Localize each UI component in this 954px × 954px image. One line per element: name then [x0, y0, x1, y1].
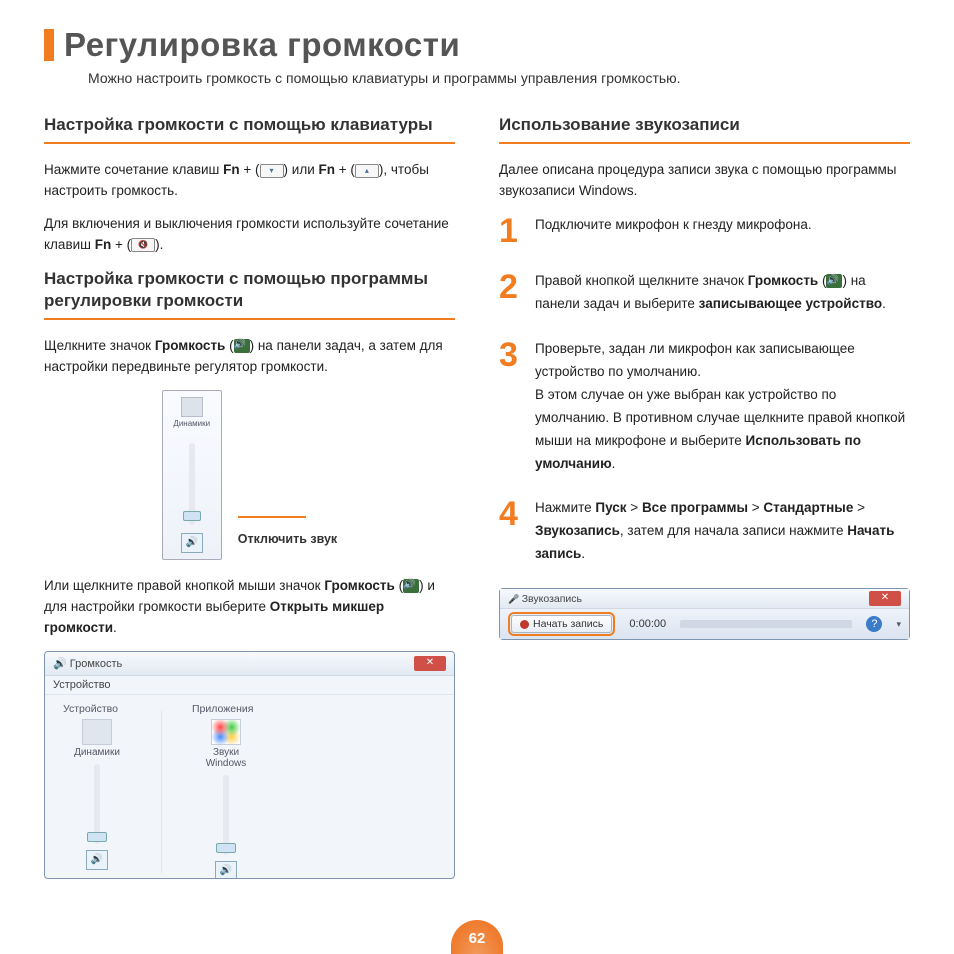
volume-tray-icon [403, 579, 419, 593]
mixer-device-slot: Динамики 🔊 [63, 719, 131, 870]
mixer-body: Устройство Динамики 🔊 Приложения Звуки W… [45, 695, 454, 879]
step-text: Нажмите Пуск > Все программы > Стандартн… [535, 497, 910, 566]
page-subtitle: Можно настроить громкость с помощью клав… [88, 70, 910, 86]
step-text: Проверьте, задан ли микрофон как записыв… [535, 338, 910, 476]
keyboard-paragraph-2: Для включения и выключения громкости исп… [44, 214, 455, 256]
record-level-bar [680, 620, 852, 628]
left-column: Настройка громкости с помощью клавиатуры… [44, 114, 455, 879]
section-program-title: Настройка громкости с помощью программы … [44, 268, 455, 312]
recording-intro: Далее описана процедура записи звука с п… [499, 160, 910, 202]
mixer-menu: Устройство [45, 676, 454, 695]
step-4: 4 Нажмите Пуск > Все программы > Стандар… [499, 497, 910, 566]
volume-tray-icon [826, 274, 842, 288]
callout-line [238, 516, 306, 518]
record-button-highlight: Начать запись [508, 612, 615, 636]
volume-slider-popup: Динамики 🔊 [162, 390, 222, 560]
speaker-icon [82, 719, 112, 745]
program-paragraph-2: Или щелкните правой кнопкой мыши значок … [44, 576, 455, 639]
mute-button-icon: 🔊 [215, 861, 237, 879]
page-number-badge: 62 [451, 920, 503, 954]
slider-handle [183, 511, 201, 521]
slider-handle [87, 832, 107, 842]
volume-up-key-icon: ▴ [355, 164, 379, 178]
mute-button-icon: 🔊 [86, 850, 108, 870]
section-divider [44, 318, 455, 320]
windows-logo-icon [211, 719, 241, 745]
section-divider [499, 142, 910, 144]
recorder-body: Начать запись 0:00:00 ? ▾ [500, 609, 909, 639]
record-time: 0:00:00 [629, 618, 666, 630]
step-3: 3 Проверьте, задан ли микрофон как запис… [499, 338, 910, 476]
mixer-app-slot: Звуки Windows 🔊 [192, 719, 260, 879]
page-title-row: Регулировка громкости [44, 26, 910, 64]
mixer-titlebar: 🔊 Громкость ✕ [45, 652, 454, 676]
step-text: Подключите микрофон к гнезду микрофона. [535, 214, 910, 248]
close-icon: ✕ [414, 656, 446, 671]
page-title: Регулировка громкости [64, 26, 460, 64]
program-paragraph-1: Щелкните значок Громкость () на панели з… [44, 336, 455, 378]
step-text: Правой кнопкой щелкните значок Громкость… [535, 270, 910, 316]
sound-recorder-window: 🎤 Звукозапись ✕ Начать запись 0:00:00 ? … [499, 588, 910, 640]
step-number: 2 [499, 270, 523, 316]
step-number: 4 [499, 497, 523, 566]
divider [161, 711, 162, 873]
dropdown-arrow-icon: ▾ [896, 619, 901, 630]
mute-button-icon: 🔊 [181, 533, 203, 553]
mute-key-icon: 🔇 [131, 238, 155, 252]
volume-mixer-window: 🔊 Громкость ✕ Устройство Устройство Дина… [44, 651, 455, 879]
close-icon: ✕ [869, 591, 901, 606]
device-icon [181, 397, 203, 417]
mixer-device-section: Устройство Динамики 🔊 [63, 703, 131, 879]
title-accent-bar [44, 29, 54, 61]
slider-track [223, 775, 229, 855]
start-record-button: Начать запись [511, 615, 612, 633]
content-columns: Настройка громкости с помощью клавиатуры… [44, 114, 910, 879]
section-recording-title: Использование звукозаписи [499, 114, 910, 136]
mute-callout-label: Отключить звук [238, 532, 337, 546]
section-keyboard-title: Настройка громкости с помощью клавиатуры [44, 114, 455, 136]
mixer-apps-section: Приложения Звуки Windows 🔊 [192, 703, 260, 879]
volume-slider-figure: Динамики 🔊 Отключить звук [44, 390, 455, 560]
step-number: 1 [499, 214, 523, 248]
callout: Отключить звук [238, 516, 337, 560]
device-label: Динамики [163, 419, 221, 428]
volume-tray-icon [234, 339, 250, 353]
right-column: Использование звукозаписи Далее описана … [499, 114, 910, 879]
volume-down-key-icon: ▾ [260, 164, 284, 178]
record-dot-icon [520, 620, 529, 629]
recorder-titlebar: 🎤 Звукозапись ✕ [500, 589, 909, 609]
help-icon: ? [866, 616, 882, 632]
step-number: 3 [499, 338, 523, 476]
step-1: 1 Подключите микрофон к гнезду микрофона… [499, 214, 910, 248]
slider-track [94, 764, 100, 844]
step-2: 2 Правой кнопкой щелкните значок Громкос… [499, 270, 910, 316]
section-divider [44, 142, 455, 144]
slider-handle [216, 843, 236, 853]
keyboard-paragraph-1: Нажмите сочетание клавиш Fn + (▾) или Fn… [44, 160, 455, 202]
